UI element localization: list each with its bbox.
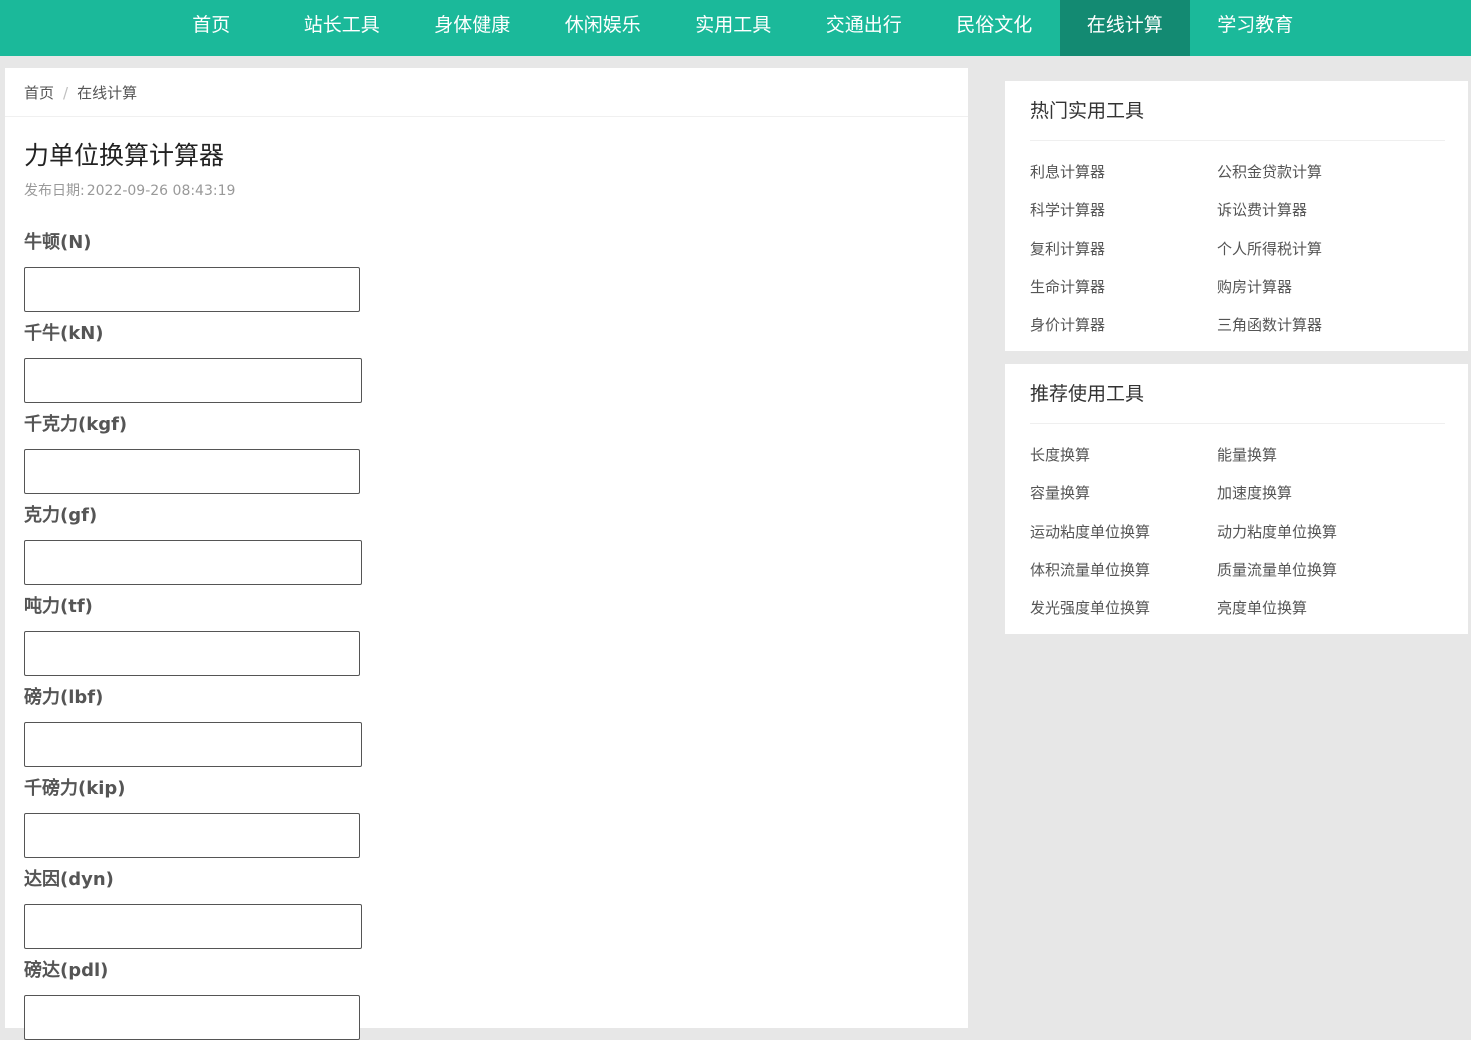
recommended-tool-link[interactable]: 加速度换算 (1217, 476, 1404, 514)
hot-tool-link[interactable]: 诉讼费计算器 (1217, 193, 1404, 231)
field-label: 达因(dyn) (24, 869, 114, 890)
hot-tool-link[interactable]: 科学计算器 (1030, 193, 1217, 231)
field-label: 磅力(lbf) (24, 687, 104, 708)
field-pound-force: 磅力(lbf) (24, 687, 968, 767)
publish-date-value: 2022-09-26 08:43:19 (86, 183, 236, 199)
nav-item-online-calc[interactable]: 在线计算 (1059, 0, 1190, 56)
ton-force-input[interactable] (24, 631, 360, 676)
field-dyne: 达因(dyn) (24, 869, 968, 949)
recommended-tools-title: 推荐使用工具 (1030, 364, 1445, 424)
nav-item-transport[interactable]: 交通出行 (799, 0, 930, 56)
recommended-tool-link[interactable]: 质量流量单位换算 (1217, 553, 1404, 591)
nav-item-leisure[interactable]: 休闲娱乐 (538, 0, 669, 56)
nav-menu: 首页 站长工具 身体健康 休闲娱乐 实用工具 交通出行 民俗文化 在线计算 学习… (146, 0, 1321, 56)
poundal-input[interactable] (24, 995, 360, 1040)
recommended-tool-link[interactable]: 亮度单位换算 (1217, 591, 1404, 629)
hot-tool-link[interactable]: 个人所得税计算 (1217, 232, 1404, 270)
nav-item-home[interactable]: 首页 (146, 0, 277, 56)
recommended-tool-link[interactable]: 长度换算 (1030, 438, 1217, 476)
hot-tool-link[interactable]: 三角函数计算器 (1217, 308, 1404, 346)
recommended-tools-list: 长度换算 能量换算 容量换算 加速度换算 运动粘度单位换算 动力粘度单位换算 体… (1005, 424, 1468, 629)
nav-item-health[interactable]: 身体健康 (407, 0, 538, 56)
breadcrumb-current[interactable]: 在线计算 (77, 84, 137, 102)
field-label: 千磅力(kip) (24, 778, 126, 799)
recommended-tool-link[interactable]: 体积流量单位换算 (1030, 553, 1217, 591)
field-label: 千牛(kN) (24, 323, 104, 344)
kilogram-force-input[interactable] (24, 449, 360, 494)
top-navigation: 首页 站长工具 身体健康 休闲娱乐 实用工具 交通出行 民俗文化 在线计算 学习… (0, 0, 1471, 56)
field-ton-force: 吨力(tf) (24, 596, 968, 676)
field-label: 千克力(kgf) (24, 414, 128, 435)
nav-item-folk-culture[interactable]: 民俗文化 (929, 0, 1060, 56)
hot-tools-list: 利息计算器 公积金贷款计算 科学计算器 诉讼费计算器 复利计算器 个人所得税计算… (1005, 141, 1468, 346)
recommended-tool-link[interactable]: 发光强度单位换算 (1030, 591, 1217, 629)
nav-item-education[interactable]: 学习教育 (1190, 0, 1321, 56)
publish-date-label: 发布日期: (24, 183, 85, 199)
field-kilonewton: 千牛(kN) (24, 323, 968, 403)
recommended-tool-link[interactable]: 容量换算 (1030, 476, 1217, 514)
field-label: 磅达(pdl) (24, 960, 109, 981)
recommended-tool-link[interactable]: 能量换算 (1217, 438, 1404, 476)
dyne-input[interactable] (24, 904, 362, 949)
nav-item-practical-tools[interactable]: 实用工具 (668, 0, 799, 56)
hot-tool-link[interactable]: 身价计算器 (1030, 308, 1217, 346)
pound-force-input[interactable] (24, 722, 362, 767)
publish-date: 发布日期: 2022-09-26 08:43:19 (24, 182, 968, 200)
gram-force-input[interactable] (24, 540, 362, 585)
nav-item-webmaster-tools[interactable]: 站长工具 (277, 0, 408, 56)
kip-input[interactable] (24, 813, 360, 858)
recommended-tools-panel: 推荐使用工具 长度换算 能量换算 容量换算 加速度换算 运动粘度单位换算 动力粘… (1005, 364, 1468, 634)
breadcrumb-home[interactable]: 首页 (24, 84, 54, 102)
hot-tools-panel: 热门实用工具 利息计算器 公积金贷款计算 科学计算器 诉讼费计算器 复利计算器 … (1005, 81, 1468, 351)
field-newton: 牛顿(N) (24, 232, 968, 312)
newton-input[interactable] (24, 267, 360, 312)
hot-tools-title: 热门实用工具 (1030, 81, 1445, 141)
hot-tool-link[interactable]: 购房计算器 (1217, 270, 1404, 308)
field-poundal: 磅达(pdl) (24, 960, 968, 1040)
recommended-tool-link[interactable]: 动力粘度单位换算 (1217, 515, 1404, 553)
hot-tool-link[interactable]: 生命计算器 (1030, 270, 1217, 308)
breadcrumb-separator: / (63, 84, 69, 102)
field-kip: 千磅力(kip) (24, 778, 968, 858)
hot-tool-link[interactable]: 公积金贷款计算 (1217, 155, 1404, 193)
hot-tool-link[interactable]: 利息计算器 (1030, 155, 1217, 193)
recommended-tool-link[interactable]: 运动粘度单位换算 (1030, 515, 1217, 553)
field-label: 克力(gf) (24, 505, 98, 526)
hot-tool-link[interactable]: 复利计算器 (1030, 232, 1217, 270)
field-label: 吨力(tf) (24, 596, 93, 617)
field-label: 牛顿(N) (24, 232, 92, 253)
field-gram-force: 克力(gf) (24, 505, 968, 585)
page-title: 力单位换算计算器 (24, 141, 225, 170)
calculator-content: 力单位换算计算器 发布日期: 2022-09-26 08:43:19 牛顿(N) … (5, 141, 968, 1040)
main-card: 首页 / 在线计算 力单位换算计算器 发布日期: 2022-09-26 08:43:1… (5, 68, 968, 1040)
breadcrumb: 首页 / 在线计算 (5, 68, 968, 117)
field-kilogram-force: 千克力(kgf) (24, 414, 968, 494)
kilonewton-input[interactable] (24, 358, 362, 403)
